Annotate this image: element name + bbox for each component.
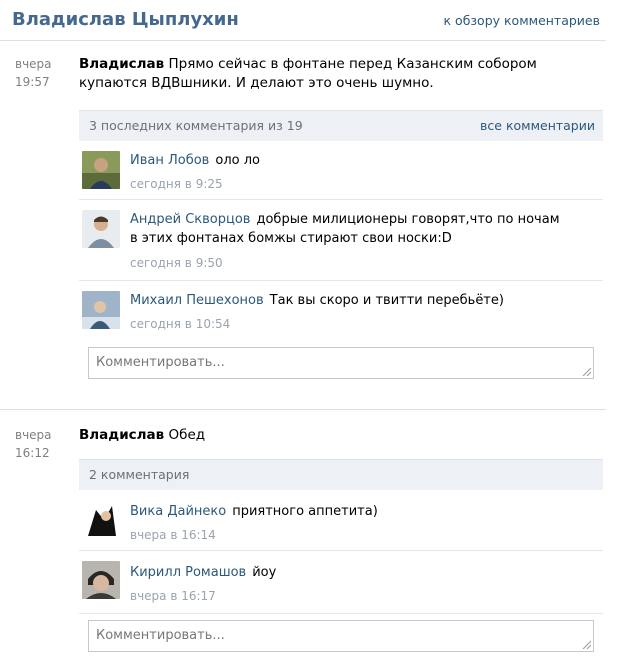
post-author[interactable]: Владислав xyxy=(79,56,164,72)
comment-form: Комментировать... xyxy=(79,613,603,658)
comment-item: Иван Лобов оло ло сегодня в 9:25 xyxy=(79,141,603,200)
avatar[interactable] xyxy=(82,210,120,248)
page-title[interactable]: Владислав Цыплухин xyxy=(12,9,239,30)
post-date: вчера 19:57 xyxy=(15,55,52,91)
post-body: Владислав Прямо сейчас в фонтане перед К… xyxy=(79,55,549,93)
comment-form: Комментировать... xyxy=(79,341,603,385)
comment-body: Так вы скоро и твитти перебьёте) xyxy=(269,293,504,308)
avatar[interactable] xyxy=(82,291,120,329)
resize-grip-icon[interactable] xyxy=(581,366,591,376)
post-divider xyxy=(0,409,606,410)
avatar[interactable] xyxy=(82,151,120,189)
comment-author[interactable]: Вика Дайнеко xyxy=(130,504,226,519)
comment-author[interactable]: Андрей Скворцов xyxy=(130,212,250,227)
comments-section: 3 последних комментария из 19 все коммен… xyxy=(79,110,603,385)
comment-input[interactable]: Комментировать... xyxy=(88,347,594,379)
avatar[interactable] xyxy=(82,500,120,538)
comment-input-placeholder: Комментировать... xyxy=(96,628,225,643)
wall-post: вчера 16:12 Владислав Обед 2 комментария xyxy=(0,426,606,666)
comment-author[interactable]: Кирилл Ромашов xyxy=(130,565,246,580)
comments-summary-bar: 3 последних комментария из 19 все коммен… xyxy=(79,110,603,141)
page: Владислав Цыплухин к обзору комментариев… xyxy=(0,0,620,666)
post-date-day: вчера xyxy=(15,57,52,71)
comments-count: 2 комментария xyxy=(89,467,190,482)
comment-author[interactable]: Михаил Пешехонов xyxy=(130,293,264,308)
wall-post: вчера 19:57 Владислав Прямо сейчас в фон… xyxy=(0,55,606,395)
avatar[interactable] xyxy=(82,561,120,599)
post-date: вчера 16:12 xyxy=(15,426,52,462)
comment-date[interactable]: вчера в 16:17 xyxy=(130,589,216,603)
comments-count: 3 последних комментария из 19 xyxy=(89,118,303,133)
comment-text: Андрей Скворцов добрые милиционеры говоря… xyxy=(130,210,570,248)
comment-item: Андрей Скворцов добрые милиционеры говоря… xyxy=(79,200,603,281)
comment-item: Кирилл Ромашов йоу вчера в 16:17 xyxy=(79,551,603,613)
post-text: Обед xyxy=(168,427,206,443)
all-comments-link[interactable]: все комментарии xyxy=(480,118,595,133)
comment-body: приятного аппетита) xyxy=(232,504,378,519)
comment-text: Кирилл Ромашов йоу xyxy=(130,563,600,582)
comment-text: Иван Лобов оло ло xyxy=(130,151,600,170)
back-to-comments-link[interactable]: к обзору комментариев xyxy=(444,13,600,28)
comment-body: йоу xyxy=(252,565,277,580)
page-header: Владислав Цыплухин к обзору комментариев xyxy=(0,0,606,41)
comment-author[interactable]: Иван Лобов xyxy=(130,153,209,168)
comment-date[interactable]: сегодня в 10:54 xyxy=(130,317,230,331)
resize-grip-icon[interactable] xyxy=(581,639,591,649)
post-date-time: 19:57 xyxy=(15,75,50,89)
post-author[interactable]: Владислав xyxy=(79,427,164,443)
comment-input[interactable]: Комментировать... xyxy=(88,620,594,652)
comments-summary-bar: 2 комментария xyxy=(79,459,603,490)
comment-input-placeholder: Комментировать... xyxy=(96,355,225,370)
comment-body: оло ло xyxy=(215,153,260,168)
comment-date[interactable]: сегодня в 9:25 xyxy=(130,177,223,191)
post-body: Владислав Обед xyxy=(79,426,549,445)
post-date-day: вчера xyxy=(15,428,52,442)
comments-section: 2 комментария Вика Дайнеко приятного аппе… xyxy=(79,459,603,658)
comment-item: Вика Дайнеко приятного аппетита) вчера в … xyxy=(79,490,603,551)
post-date-time: 16:12 xyxy=(15,446,50,460)
comment-date[interactable]: вчера в 16:14 xyxy=(130,528,216,542)
comment-item: Михаил Пешехонов Так вы скоро и твитти пе… xyxy=(79,281,603,341)
comment-date[interactable]: сегодня в 9:50 xyxy=(130,256,223,270)
comment-text: Вика Дайнеко приятного аппетита) xyxy=(130,502,600,521)
comment-text: Михаил Пешехонов Так вы скоро и твитти пе… xyxy=(130,291,600,310)
